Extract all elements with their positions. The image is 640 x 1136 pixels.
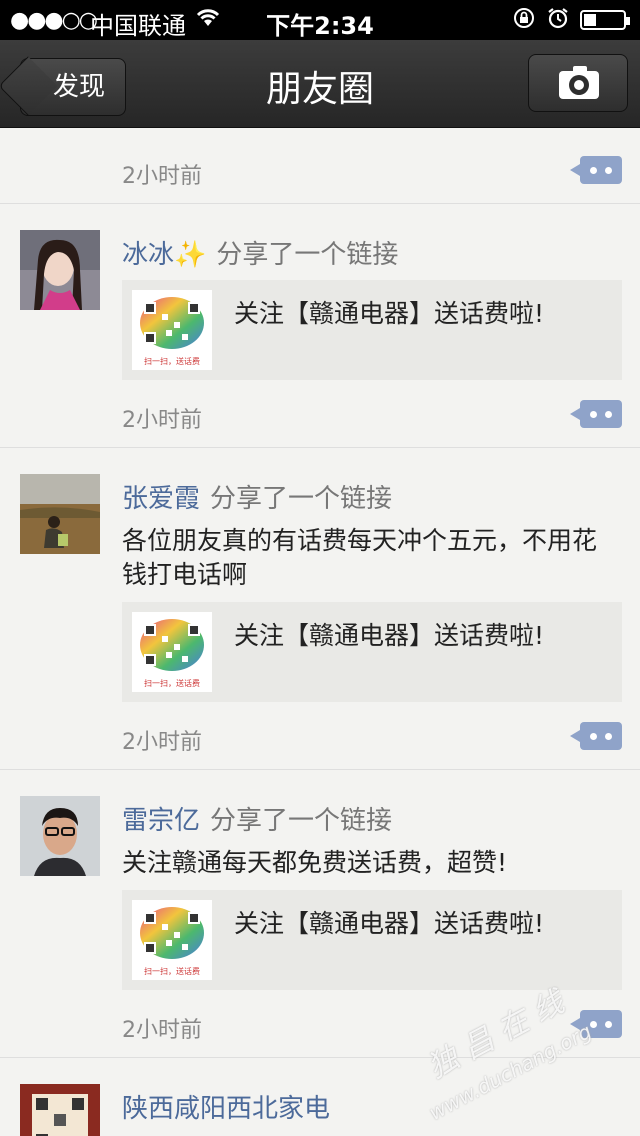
link-card[interactable]: 扫一扫，送话费 关注【赣通电器】送话费啦!	[122, 602, 622, 702]
feed-post: 冰冰✨ 分享了一个链接 扫一扫，送话费 关注【赣通电器】送话费啦! 2小时前	[0, 204, 640, 448]
qr-code-icon	[140, 297, 204, 349]
post-action: 分享了一个链接	[216, 240, 399, 270]
link-title: 关注【赣通电器】送话费啦!	[234, 909, 545, 938]
comment-button[interactable]	[570, 722, 622, 750]
post-text: 各位朋友真的有话费每天冲个五元，不用花钱打电话啊	[122, 526, 598, 589]
post-action: 分享了一个链接	[210, 484, 393, 514]
avatar[interactable]	[20, 230, 100, 310]
avatar[interactable]	[20, 796, 100, 876]
camera-button[interactable]	[528, 54, 628, 112]
status-time: 下午2:34	[266, 12, 374, 40]
qr-code-icon	[140, 619, 204, 671]
post-author-name[interactable]: 冰冰✨	[122, 240, 206, 270]
avatar[interactable]	[20, 474, 100, 554]
thumbnail-caption: 扫一扫，送话费	[144, 679, 200, 688]
post-author[interactable]: 张爱霞 分享了一个链接	[122, 478, 392, 515]
comment-button[interactable]	[570, 1010, 622, 1038]
link-card[interactable]: 扫一扫，送话费 关注【赣通电器】送话费啦!	[122, 890, 622, 990]
link-title: 关注【赣通电器】送话费啦!	[234, 621, 545, 650]
post-author[interactable]: 陕西咸阳西北家电	[122, 1088, 330, 1125]
post-action: 分享了一个链接	[210, 806, 393, 836]
feed-post-partial: 2小时前	[0, 128, 640, 204]
link-card[interactable]: 扫一扫，送话费 关注【赣通电器】送话费啦!	[122, 280, 622, 380]
avatar[interactable]	[20, 1084, 100, 1136]
thumbnail-caption: 扫一扫，送话费	[144, 967, 200, 976]
feed-post: 张爱霞 分享了一个链接 各位朋友真的有话费每天冲个五元，不用花钱打电话啊 扫一扫，…	[0, 448, 640, 770]
post-time: 2小时前	[122, 164, 202, 189]
post-author-name[interactable]: 张爱霞	[122, 484, 200, 514]
post-author-name[interactable]: 雷宗亿	[122, 806, 200, 836]
feed-post: 雷宗亿 分享了一个链接 关注赣通每天都免费送话费，超赞! 扫一扫，送话费 关注【赣…	[0, 770, 640, 1058]
link-thumbnail: 扫一扫，送话费	[132, 290, 212, 370]
post-time: 2小时前	[122, 1018, 202, 1043]
qr-code-icon	[140, 907, 204, 959]
rotation-lock-icon	[512, 6, 536, 36]
post-time: 2小时前	[122, 730, 202, 755]
link-title: 关注【赣通电器】送话费啦!	[234, 299, 545, 328]
post-author[interactable]: 冰冰✨ 分享了一个链接	[122, 234, 398, 271]
link-thumbnail: 扫一扫，送话费	[132, 612, 212, 692]
post-text: 关注赣通每天都免费送话费，超赞!	[122, 848, 508, 877]
status-bar: ●●●○○ 中国联通 下午2:34	[0, 0, 640, 40]
thumbnail-caption: 扫一扫，送话费	[144, 357, 200, 366]
battery-icon	[580, 10, 630, 30]
feed-post-partial: 陕西咸阳西北家电	[0, 1058, 640, 1136]
alarm-clock-icon	[546, 6, 570, 36]
navigation-bar: 发现 朋友圈	[0, 40, 640, 128]
post-author[interactable]: 雷宗亿 分享了一个链接	[122, 800, 392, 837]
link-thumbnail: 扫一扫，送话费	[132, 900, 212, 980]
post-author-name[interactable]: 陕西咸阳西北家电	[122, 1094, 330, 1124]
post-time: 2小时前	[122, 408, 202, 433]
comment-button[interactable]	[570, 400, 622, 428]
comment-button[interactable]	[570, 156, 622, 184]
